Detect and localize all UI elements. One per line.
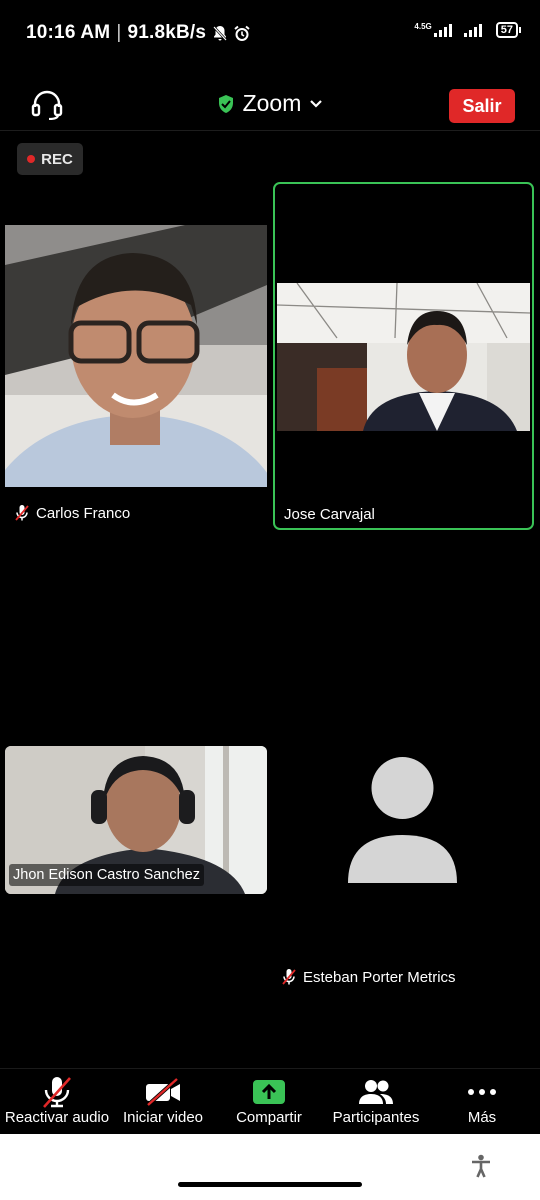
leave-button[interactable]: Salir xyxy=(449,89,515,123)
status-divider: | xyxy=(116,22,122,43)
participant-name-text: Jhon Edison Castro Sanchez xyxy=(13,867,200,883)
participant-name-jhon: Jhon Edison Castro Sanchez xyxy=(9,864,204,886)
signal-2-icon xyxy=(463,23,482,37)
status-speed: 91.8kB/s xyxy=(127,22,207,43)
mic-muted-icon xyxy=(43,1077,71,1108)
more-dots-icon xyxy=(468,1089,496,1095)
meeting-title-text: Zoom xyxy=(242,90,302,116)
network-type: 4.5G xyxy=(414,22,432,31)
participant-name-carlos: Carlos Franco xyxy=(14,504,130,522)
unmute-audio-button[interactable]: Reactivar audio xyxy=(0,1069,114,1135)
share-screen-icon xyxy=(253,1080,285,1104)
share-label: Compartir xyxy=(236,1109,302,1126)
status-left: 10:16 AM | 91.8kB/s xyxy=(26,22,250,44)
participant-name-text: Esteban Porter Metrics xyxy=(303,968,456,986)
status-bar: 10:16 AM | 91.8kB/s 4.5G 57 xyxy=(0,0,540,64)
start-video-label: Iniciar video xyxy=(122,1109,204,1126)
meeting-top-bar: Zoom Salir xyxy=(0,78,540,131)
participants-button[interactable]: Participantes xyxy=(326,1069,426,1135)
mic-muted-icon xyxy=(282,969,296,985)
participant-video-jose xyxy=(277,283,530,431)
status-right: 4.5G 57 xyxy=(414,22,522,38)
shield-check-icon xyxy=(218,94,233,113)
participants-label: Participantes xyxy=(332,1109,420,1126)
participant-name-jose: Jose Carvajal xyxy=(284,506,375,523)
video-off-icon xyxy=(146,1077,180,1107)
participant-name-text: Jose Carvajal xyxy=(284,506,375,523)
recording-dot-icon xyxy=(27,155,36,163)
battery-level: 57 xyxy=(500,24,513,36)
recording-label: REC xyxy=(41,150,73,168)
more-button[interactable]: Más xyxy=(440,1069,524,1135)
bell-off-icon xyxy=(213,25,228,41)
participant-name-text: Carlos Franco xyxy=(36,504,131,522)
participant-name-esteban: Esteban Porter Metrics xyxy=(281,968,456,986)
recording-badge: REC xyxy=(17,143,83,175)
accessibility-icon[interactable] xyxy=(470,1154,492,1178)
mic-muted-icon xyxy=(15,505,29,521)
video-tile-carlos[interactable] xyxy=(5,225,267,487)
chevron-down-icon xyxy=(310,99,323,108)
status-time: 10:16 AM xyxy=(26,22,111,43)
share-button[interactable]: Compartir xyxy=(224,1069,314,1135)
participants-icon xyxy=(359,1080,393,1104)
system-navigation-bar xyxy=(0,1134,540,1200)
battery-icon: 57 xyxy=(495,22,522,38)
more-label: Más xyxy=(467,1109,497,1126)
meeting-toolbar: Reactivar audio Iniciar video Compartir xyxy=(0,1068,540,1135)
start-video-button[interactable]: Iniciar video xyxy=(116,1069,210,1135)
home-gesture-bar[interactable] xyxy=(178,1182,362,1187)
participant-video-carlos xyxy=(5,225,267,487)
avatar-placeholder-icon[interactable] xyxy=(345,755,460,885)
signal-icon xyxy=(433,23,452,37)
unmute-audio-label: Reactivar audio xyxy=(4,1109,110,1126)
alarm-icon xyxy=(234,25,250,41)
video-tile-jose[interactable]: Jose Carvajal xyxy=(273,182,534,530)
